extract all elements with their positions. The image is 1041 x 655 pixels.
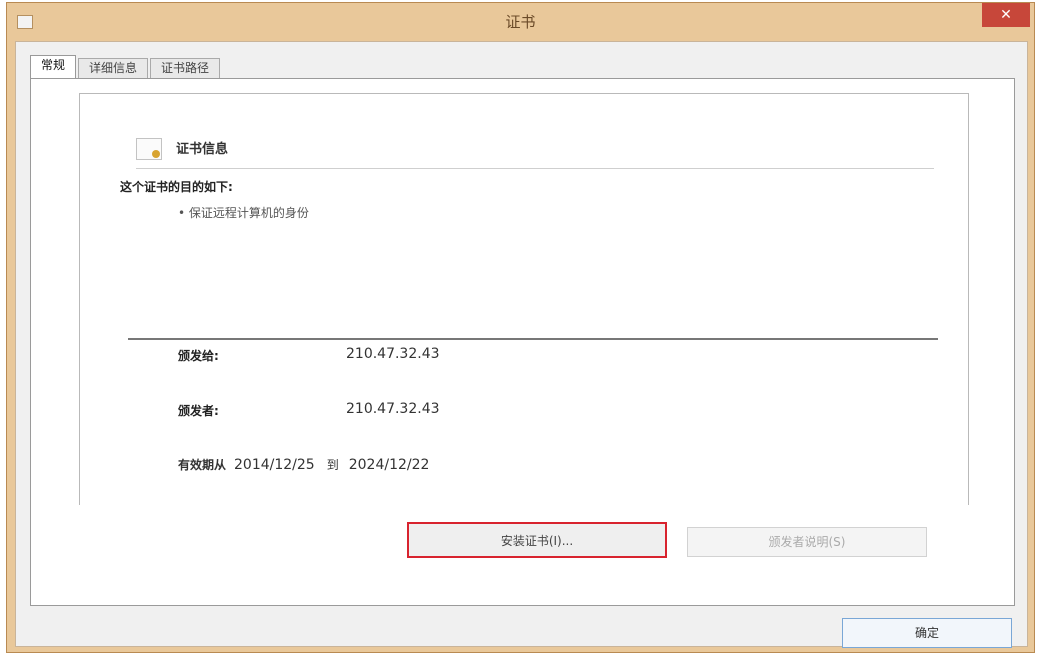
certificate-icon (136, 138, 162, 160)
tab-details[interactable]: 详细信息 (78, 58, 149, 78)
tab-strip: 常规 详细信息 证书路径 (30, 55, 222, 78)
valid-to-label: 到 (326, 458, 339, 472)
divider (136, 168, 934, 169)
general-tab-panel: 证书信息 这个证书的目的如下: • 保证远程计算机的身份 颁发给: 210.47… (30, 78, 1015, 606)
window-title: 证书 (505, 13, 536, 31)
issued-by-label: 颁发者: (178, 404, 219, 418)
ok-button[interactable]: 确定 (842, 618, 1012, 648)
certificate-info-box: 证书信息 这个证书的目的如下: • 保证远程计算机的身份 颁发给: 210.47… (79, 93, 969, 505)
valid-from-label: 有效期从 (178, 458, 227, 472)
validity-period: 有效期从 2014/12/25 到 2024/12/22 (178, 456, 441, 473)
valid-from-date: 2014/12/25 (234, 457, 315, 473)
install-certificate-button[interactable]: 安装证书(I)... (407, 522, 667, 558)
issuer-statement-button[interactable]: 颁发者说明(S) (687, 527, 927, 557)
tab-certification-path[interactable]: 证书路径 (150, 58, 221, 78)
issued-to-value: 210.47.32.43 (346, 346, 440, 362)
divider (128, 338, 938, 340)
issued-to-label: 颁发给: (178, 349, 219, 363)
certificate-info-heading: 证书信息 (176, 142, 229, 157)
issued-by-value: 210.47.32.43 (346, 401, 440, 417)
purpose-item: • 保证远程计算机的身份 (178, 206, 309, 220)
valid-to-date: 2024/12/22 (348, 457, 430, 473)
title-bar[interactable]: 证书 ✕ (7, 3, 1034, 41)
close-button[interactable]: ✕ (982, 3, 1030, 27)
purpose-label: 这个证书的目的如下: (120, 180, 233, 194)
tab-general[interactable]: 常规 (30, 55, 77, 78)
certificate-dialog: 证书 ✕ 常规 详细信息 证书路径 证书信息 这个证书的目的如下: • 保证远程… (6, 2, 1035, 653)
dialog-body: 常规 详细信息 证书路径 证书信息 这个证书的目的如下: • 保证远程计算机的身… (15, 41, 1028, 648)
